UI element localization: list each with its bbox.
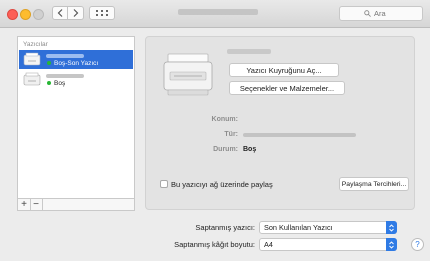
title-bar: [0, 0, 430, 28]
type-value: [243, 133, 356, 137]
printer-icon: [163, 53, 213, 96]
printer-icon: [23, 72, 41, 86]
location-label: Konum:: [211, 116, 238, 123]
help-button[interactable]: ?: [411, 238, 424, 251]
help-icon: ?: [415, 240, 420, 249]
status-label: Durum:: [213, 146, 238, 153]
back-button[interactable]: [52, 6, 68, 20]
sharing-preferences-button[interactable]: Paylaşma Tercihleri...: [339, 177, 409, 191]
remove-printer-button[interactable]: −: [30, 199, 43, 210]
type-label: Tür:: [224, 131, 238, 138]
back-forward-group: [52, 6, 84, 20]
show-all-button[interactable]: [89, 6, 115, 20]
printer-name: [46, 54, 84, 58]
default-printer-label: Saptanmış yazıcı:: [195, 223, 255, 232]
share-printer-checkbox[interactable]: [160, 180, 168, 188]
minimize-icon[interactable]: [20, 9, 31, 20]
paper-size-value: A4: [264, 240, 273, 249]
popup-arrows-icon: [386, 238, 397, 251]
status-dot: [47, 81, 51, 85]
printer-list-item[interactable]: Boş-Son Yazıcı: [19, 50, 133, 69]
zoom-icon[interactable]: [33, 9, 44, 20]
open-print-queue-button[interactable]: Yazıcı Kuyruğunu Aç...: [229, 63, 339, 77]
search-icon: [364, 10, 371, 17]
chevron-left-icon: [57, 9, 63, 17]
window-title: [178, 9, 258, 15]
status-dot: [47, 61, 51, 65]
list-footer: + −: [17, 198, 135, 211]
default-printer-select[interactable]: Son Kullanılan Yazıcı: [259, 221, 397, 234]
printer-list: Yazıcılar Boş-Son Yazıcı Boş: [17, 36, 135, 211]
search-field[interactable]: [339, 6, 423, 21]
printer-status: Boş: [54, 79, 66, 87]
default-printer-value: Son Kullanılan Yazıcı: [264, 223, 333, 232]
popup-arrows-icon: [386, 221, 397, 234]
options-supplies-button[interactable]: Seçenekler ve Malzemeler...: [229, 81, 345, 95]
forward-button[interactable]: [68, 6, 84, 20]
printer-icon: [23, 52, 41, 66]
share-printer-label: Bu yazıcıyı ağ üzerinde paylaş: [171, 180, 273, 189]
grid-icon: [96, 10, 108, 16]
printer-name: [227, 49, 271, 54]
printer-detail-panel: Yazıcı Kuyruğunu Aç... Seçenekler ve Mal…: [145, 36, 415, 210]
list-header: Yazıcılar: [23, 41, 48, 48]
printers-scanners-window: Yazıcılar Boş-Son Yazıcı Boş + −: [0, 0, 430, 261]
printer-status: Boş-Son Yazıcı: [54, 59, 99, 67]
status-value: Boş: [243, 146, 257, 153]
search-input[interactable]: [374, 9, 398, 18]
close-icon[interactable]: [7, 9, 18, 20]
chevron-right-icon: [73, 9, 78, 17]
paper-size-label: Saptanmış kâğıt boyutu:: [174, 240, 255, 249]
printer-name: [46, 74, 84, 78]
printer-list-item[interactable]: Boş: [19, 70, 133, 89]
paper-size-select[interactable]: A4: [259, 238, 397, 251]
